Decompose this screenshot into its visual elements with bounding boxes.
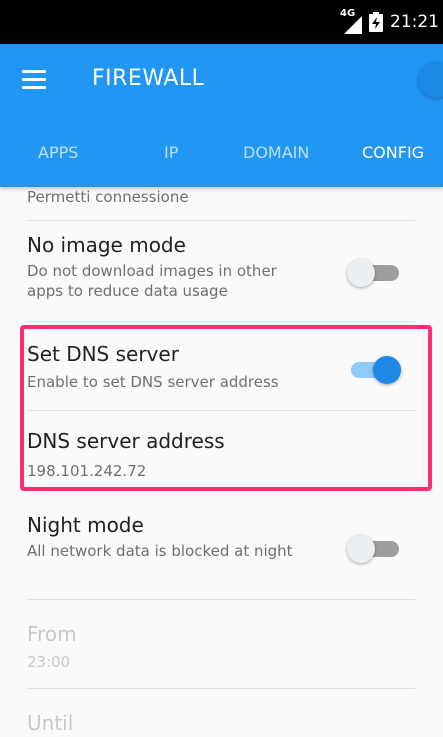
setting-summary: Do not download images in other apps to … [27, 262, 277, 300]
app-title: FIREWALL [92, 66, 205, 91]
no-image-mode-switch[interactable] [347, 255, 399, 289]
setting-from: From 23:00 [27, 600, 415, 689]
tab-ip[interactable]: IP [164, 143, 178, 162]
from-time-value: 23:00 [27, 653, 71, 671]
clock: 21:21 [390, 12, 439, 32]
status-icons: 4G 21:21 [340, 0, 439, 44]
setting-night-mode[interactable]: Night mode All network data is blocked a… [27, 497, 415, 600]
setting-summary: All network data is blocked at night [27, 542, 293, 560]
night-mode-switch[interactable] [347, 531, 399, 565]
status-bar: 4G 21:21 [0, 0, 443, 44]
setting-allow-connection[interactable]: Permetti connessione [27, 187, 415, 221]
setting-until: Until [27, 689, 415, 737]
setting-title: No image mode [27, 233, 186, 257]
tab-config[interactable]: CONFIG [362, 143, 424, 162]
setting-summary: Permetti connessione [27, 188, 189, 206]
setting-no-image-mode[interactable]: No image mode Do not download images in … [27, 221, 415, 322]
tab-bar: APPS IP DOMAIN CONFIG [0, 119, 443, 187]
setting-title: From [27, 622, 77, 646]
dns-server-address-value: 198.101.242.72 [27, 462, 147, 480]
hamburger-menu-icon[interactable] [22, 70, 46, 90]
app-toolbar: FIREWALL [0, 44, 443, 119]
setting-dns-server-address[interactable]: DNS server address 198.101.242.72 [27, 411, 415, 487]
tab-apps[interactable]: APPS [38, 143, 78, 162]
setting-title: DNS server address [27, 429, 225, 453]
master-toggle[interactable] [418, 62, 443, 98]
signal-icon: 4G [340, 8, 362, 34]
battery-icon [369, 12, 383, 32]
setting-set-dns-server[interactable]: Set DNS server Enable to set DNS server … [27, 332, 415, 411]
settings-list: Permetti connessione No image mode Do no… [0, 187, 443, 737]
tab-domain[interactable]: DOMAIN [243, 143, 309, 162]
set-dns-server-switch[interactable] [347, 352, 401, 386]
setting-title: Until [27, 711, 74, 735]
